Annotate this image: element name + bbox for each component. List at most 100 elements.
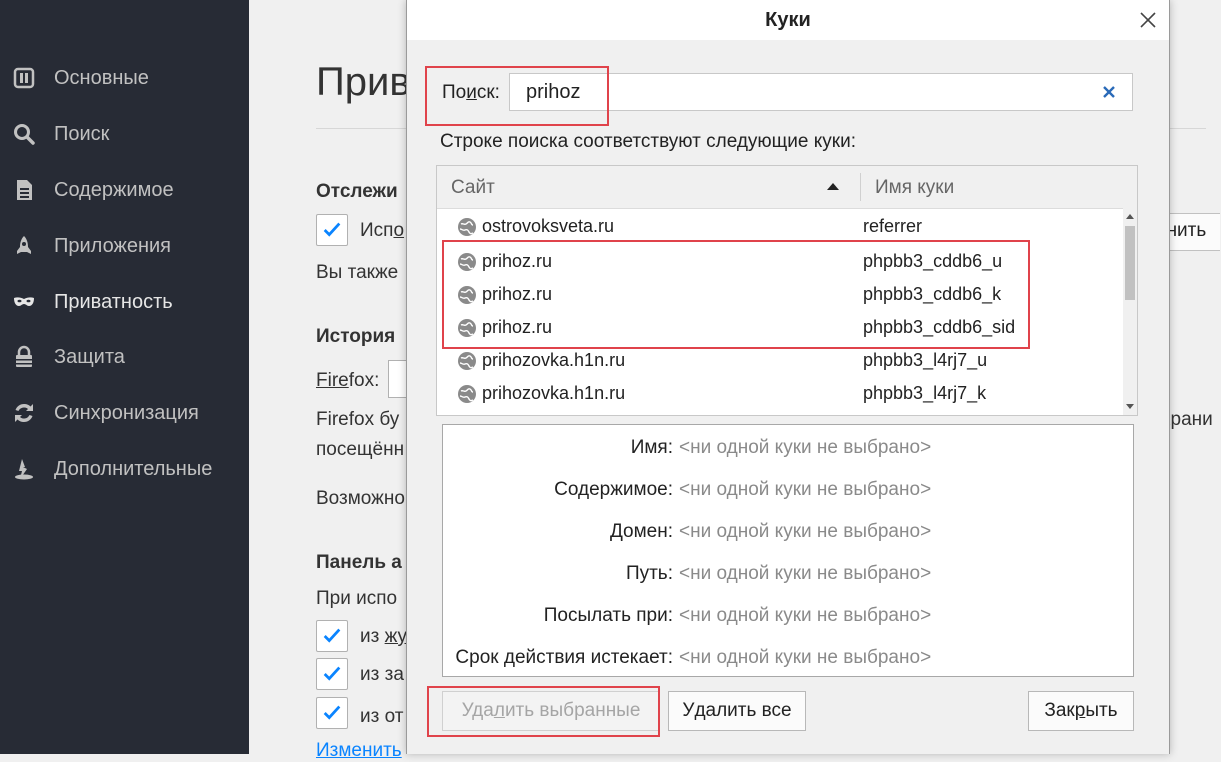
label-part: из xyxy=(360,626,385,647)
table-row[interactable]: ostrovoksveta.ru referrer xyxy=(437,210,1123,243)
close-button[interactable]: Зак р ыть xyxy=(1028,691,1134,731)
table-row[interactable]: prihoz.ru phpbb3_cddb6_sid xyxy=(437,311,1123,344)
row-cookie-name: referrer xyxy=(863,216,923,236)
button-label-part: ыть xyxy=(1085,700,1118,721)
sidebar-item-sync[interactable]: Синхронизация xyxy=(0,391,249,435)
history-heading: История xyxy=(316,326,396,347)
table-row[interactable]: prihozovka.h1n.ru phpbb3_l4rj7_k xyxy=(437,377,1123,410)
cookie-search-input[interactable] xyxy=(509,73,1133,111)
detail-label-name: Имя: xyxy=(630,437,673,458)
detail-value-name: <ни одной куки не выбрано> xyxy=(679,437,932,458)
sidebar-item-advanced[interactable]: Дополнительные xyxy=(0,447,249,491)
row-cookie-name: phpbb3_l4rj7_u xyxy=(863,350,988,370)
tracking-checkbox[interactable] xyxy=(316,214,348,246)
row-site: prihoz.ru xyxy=(482,251,553,271)
detail-label-content: Содержимое: xyxy=(554,479,673,500)
sidebar-item-label: Защита xyxy=(54,345,125,368)
tracking-checkbox-label: Испо xyxy=(360,220,404,242)
detail-label-send-for: Посылать при: xyxy=(543,605,673,626)
checkmark-icon xyxy=(323,222,341,237)
cookie-details-panel: Имя: <ни одной куки не выбрано> Содержим… xyxy=(442,424,1134,677)
button-accesskey: д xyxy=(694,700,706,721)
globe-icon xyxy=(458,319,476,337)
row-site: prihozovka.h1n.ru xyxy=(482,383,626,403)
button-accesskey: р xyxy=(1074,700,1086,721)
privacy-mask-icon xyxy=(11,289,37,315)
globe-icon xyxy=(458,253,476,271)
sidebar-item-content[interactable]: Содержимое xyxy=(0,168,249,212)
table-row[interactable]: prihoz.ru phpbb3_cddb6_u xyxy=(437,245,1123,278)
bookmarks-suggest-checkbox[interactable] xyxy=(316,658,348,690)
row-cookie-name: phpbb3_cddb6_sid xyxy=(863,317,1016,337)
globe-icon xyxy=(458,385,476,403)
label-part: По xyxy=(442,82,467,103)
column-header-site[interactable]: Сайт xyxy=(451,177,495,199)
close-dialog-button[interactable] xyxy=(1134,6,1162,34)
page-title: Прив xyxy=(316,60,411,104)
column-header-cookie-name[interactable]: Имя куки xyxy=(875,177,954,199)
scroll-down-arrow-icon[interactable] xyxy=(1126,404,1134,409)
row-cookie-name: phpbb3_cddb6_u xyxy=(863,251,1003,271)
sidebar-item-label: Синхронизация xyxy=(54,401,199,424)
detail-value-path: <ни одной куки не выбрано> xyxy=(679,563,932,584)
scroll-thumb[interactable] xyxy=(1125,226,1135,300)
sidebar-item-label: Поиск xyxy=(54,122,110,145)
button-accesskey: л xyxy=(493,700,505,721)
sidebar-item-general[interactable]: Основные xyxy=(0,56,249,100)
when-using-text: При испо xyxy=(316,588,398,609)
row-site: prihoz.ru xyxy=(482,284,553,304)
button-label-part: алить все xyxy=(705,700,792,721)
button-label-part: Зак xyxy=(1044,700,1075,721)
sidebar-item-search[interactable]: Поиск xyxy=(0,112,249,156)
history-suggest-checkbox[interactable] xyxy=(316,620,348,652)
table-row[interactable]: prihozovka.h1n.ru phpbb3_l4rj7_u xyxy=(437,344,1123,377)
sort-ascending-icon xyxy=(827,183,839,190)
table-row[interactable]: prihoz.ru phpbb3_cddb6_k xyxy=(437,278,1123,311)
detail-label-path: Путь: xyxy=(625,563,673,584)
search-label: Поиск: xyxy=(442,82,500,104)
label-part: Fire xyxy=(316,370,349,391)
tree-scrollbar[interactable] xyxy=(1123,208,1137,415)
sidebar-item-label: Дополнительные xyxy=(54,457,213,480)
row-site: prihozovka.h1n.ru xyxy=(482,350,626,370)
tree-header: Сайт Имя куки xyxy=(437,166,1137,209)
column-separator[interactable] xyxy=(860,173,861,201)
preferences-sidebar: Основные Поиск Содержимое Приложения При… xyxy=(0,0,249,754)
row-site: prihoz.ru xyxy=(482,317,553,337)
detail-value-send-for: <ни одной куки не выбрано> xyxy=(679,605,932,626)
remove-all-button[interactable]: Уд алить все xyxy=(668,691,806,731)
globe-icon xyxy=(458,286,476,304)
detail-label-expires: Срок действия истекает: xyxy=(455,647,673,668)
advanced-icon xyxy=(11,456,37,482)
checkmark-icon xyxy=(323,705,341,720)
row-site: ostrovoksveta.ru xyxy=(482,216,615,236)
label-part: fox: xyxy=(348,370,380,391)
clear-search-button[interactable] xyxy=(1097,80,1121,104)
sidebar-item-security[interactable]: Защита xyxy=(0,335,249,379)
search-icon xyxy=(11,121,37,147)
change-link[interactable]: Изменить xyxy=(316,740,402,762)
remove-selected-button[interactable]: Уда л ить выбранные xyxy=(442,691,660,731)
sidebar-item-applications[interactable]: Приложения xyxy=(0,224,249,268)
button-label-part: У xyxy=(682,700,695,721)
possible-text: Возможно xyxy=(316,488,405,509)
button-label-part: Уда xyxy=(461,700,494,721)
history-suggest-label: из жу xyxy=(360,626,407,648)
also-text: Вы также xyxy=(316,262,399,283)
checkmark-icon xyxy=(323,666,341,681)
detail-value-expires: <ни одной куки не выбрано> xyxy=(679,647,932,668)
detail-label-domain: Домен: xyxy=(609,521,673,542)
dialog-title: Куки xyxy=(765,9,811,31)
scroll-up-arrow-icon[interactable] xyxy=(1126,214,1134,219)
sidebar-item-privacy[interactable]: Приватность xyxy=(0,280,249,324)
match-description: Строке поиска соответствуют следующие ку… xyxy=(440,131,856,152)
tracking-heading: Отслежи xyxy=(316,181,398,202)
sidebar-item-label: Приватность xyxy=(54,290,173,313)
tabs-suggest-label: из от xyxy=(360,706,404,727)
tabs-suggest-checkbox[interactable] xyxy=(316,697,348,729)
firefox-will-text: Firefox бу xyxy=(316,409,400,430)
sync-icon xyxy=(11,400,37,426)
security-icon xyxy=(11,344,37,370)
applications-icon xyxy=(11,233,37,259)
address-bar-heading: Панель а xyxy=(316,552,402,573)
